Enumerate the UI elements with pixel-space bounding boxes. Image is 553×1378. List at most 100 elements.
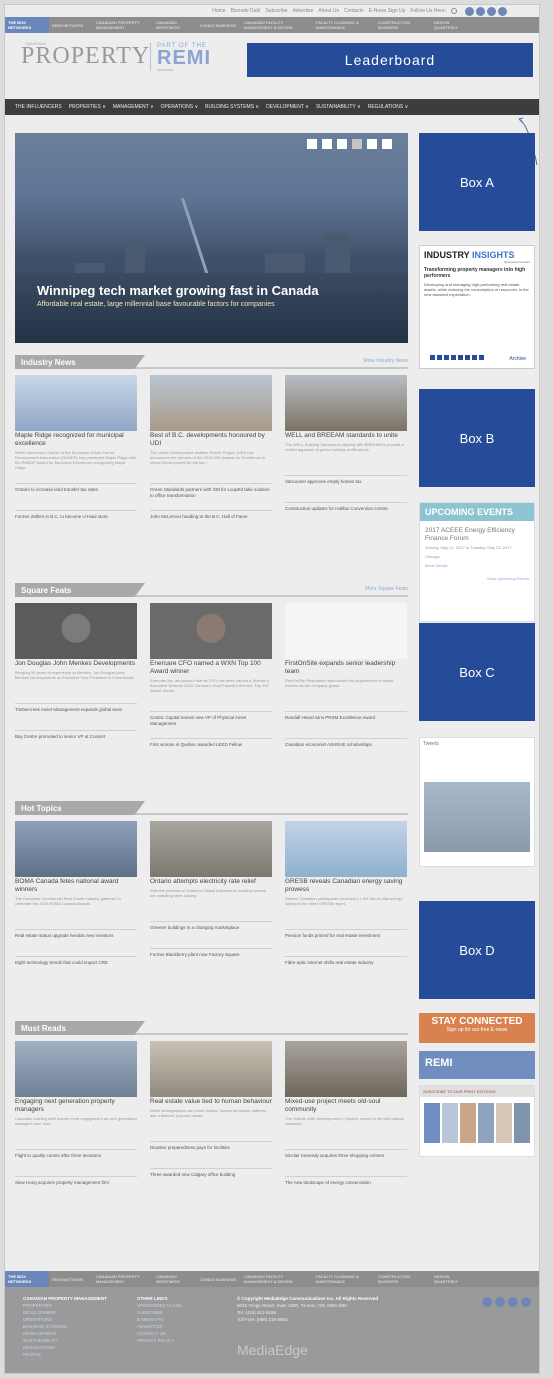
article-card[interactable]: Real estate value tied to human behaviou… [150, 1041, 272, 1200]
instagram-icon[interactable] [498, 6, 507, 16]
related-link[interactable]: Former Blackberry plant now Factory Squa… [150, 948, 272, 972]
footer-link[interactable]: SPONSORED CLASS [137, 1302, 217, 1309]
network-link[interactable]: CANADIAN FACILITY MANAGEMENT & DESIGN [241, 20, 313, 30]
article-headline[interactable]: Enercare CFO named a WXN Top 100 Award w… [150, 660, 272, 676]
footer-link[interactable]: BUILDING SYSTEMS [23, 1323, 123, 1330]
network-link[interactable]: THE BOX NETWORKS [5, 1271, 49, 1287]
search-icon[interactable] [451, 8, 457, 14]
article-headline[interactable]: Ontario attempts electricity rate relief [150, 878, 272, 886]
article-card[interactable]: Jon Douglas John Menkes Developments Bri… [15, 603, 137, 762]
article-thumbnail[interactable] [285, 821, 407, 877]
article-card[interactable]: Maple Ridge recognized for municipal exc… [15, 375, 137, 534]
network-link[interactable]: DESIGN QUARTERLY [431, 1274, 475, 1284]
article-thumbnail[interactable] [150, 821, 272, 877]
subscribe-widget[interactable]: SUBSCRIBE TO OUR PRINT EDITIONS [419, 1085, 535, 1157]
facebook-icon[interactable] [495, 1297, 505, 1307]
nav-item[interactable]: REGULATIONS ∨ [368, 104, 409, 110]
remi-ad[interactable]: REMI [419, 1051, 535, 1079]
nav-item[interactable]: DEVELOPMENT ∨ [266, 104, 309, 110]
footer-link[interactable]: DEVELOPMENT [23, 1330, 123, 1337]
magazine-cover[interactable] [514, 1103, 530, 1143]
footer-link[interactable]: E-NEWS FIN [137, 1316, 217, 1323]
network-link[interactable]: DESIGN QUARTERLY [431, 20, 475, 30]
network-link[interactable]: FACILITY CLEANING & MAINTENANCE [313, 20, 375, 30]
footer-link[interactable]: PRIVACY POLICY [137, 1337, 217, 1344]
pager-dot[interactable] [479, 355, 484, 360]
slider-dot[interactable] [337, 139, 347, 149]
pager-dot[interactable] [465, 355, 470, 360]
article-card[interactable]: GRESB reveals Canadian energy saving pro… [285, 821, 407, 980]
pager-dot[interactable] [437, 355, 442, 360]
utility-link[interactable]: Bisnode Dubl [231, 8, 261, 14]
event-title[interactable]: 2017 ACEEE Energy Efficiency Finance For… [420, 521, 534, 543]
article-headline[interactable]: Mixed-use project meets old-soul communi… [285, 1098, 407, 1114]
related-link[interactable]: Construction updates for Halifax Convent… [285, 502, 407, 526]
footer-link[interactable]: REGULATIONS [23, 1344, 123, 1351]
related-link[interactable]: Canadian economist ASHRAE scholarships [285, 738, 407, 762]
footer-link[interactable]: PROPERTIES [23, 1302, 123, 1309]
network-link[interactable]: CANADIAN FACILITY MANAGEMENT & DESIGN [241, 1274, 313, 1284]
slider-dot-active[interactable] [352, 139, 362, 149]
network-link[interactable]: CONSTRUCTION BUSINESS [375, 1274, 431, 1284]
article-thumbnail[interactable] [150, 1041, 272, 1097]
related-link[interactable]: Siew Hong acquires property management f… [15, 1176, 137, 1200]
article-headline[interactable]: Best of B.C. developments honoured by UD… [150, 432, 272, 448]
article-headline[interactable]: WELL and BREEAM standards to unite [285, 432, 407, 440]
article-card[interactable]: Mixed-use project meets old-soul communi… [285, 1041, 407, 1200]
article-thumbnail[interactable] [15, 821, 137, 877]
footer-link[interactable]: CONTACT US [137, 1330, 217, 1337]
footer-link[interactable]: SUBSCRIBE [137, 1309, 217, 1316]
footer-link[interactable]: PEOPLE [23, 1351, 123, 1358]
utility-link[interactable]: Home [212, 8, 225, 14]
slider-dot[interactable] [322, 139, 332, 149]
related-link[interactable]: The new landscape of energy conservation [285, 1176, 407, 1200]
nav-item[interactable]: MANAGEMENT ∨ [113, 104, 154, 110]
nav-item[interactable]: PROPERTIES ∨ [69, 104, 106, 110]
related-link[interactable]: Real estate status upgrade heralds new i… [15, 929, 137, 953]
related-link[interactable]: Randall Heard wins PRSM Excellence Award [285, 711, 407, 735]
related-link[interactable]: Bay Centre promoted to senior VP at Coss… [15, 730, 137, 754]
article-headline[interactable]: BOMA Canada fetes national award winners [15, 878, 137, 894]
instagram-icon[interactable] [521, 1297, 531, 1307]
related-link[interactable]: Disaster preparedness pays for facilitie… [150, 1141, 272, 1165]
article-thumbnail[interactable] [15, 1041, 137, 1097]
related-link[interactable]: John McLernon heading to the B.C. Hall o… [150, 510, 272, 534]
network-link[interactable]: CANADIAN PROPERTY MANAGEMENT [93, 20, 153, 30]
article-headline[interactable]: FirstOnSite expands senior leadership te… [285, 660, 407, 676]
related-link[interactable]: Timbercreek Asset Management expands glo… [15, 703, 137, 727]
article-thumbnail[interactable] [150, 603, 272, 659]
pager-dot[interactable] [472, 355, 477, 360]
insights-headline[interactable]: Transforming property managers into high… [424, 267, 530, 279]
article-card[interactable]: Enercare CFO named a WXN Top 100 Award w… [150, 603, 272, 762]
network-link[interactable]: CANADIAN APARTMENT [153, 1274, 197, 1284]
related-link[interactable]: Fibre-optic internet shifts real estate … [285, 956, 407, 980]
magazine-cover[interactable] [496, 1103, 512, 1143]
article-thumbnail[interactable] [285, 603, 407, 659]
related-link[interactable]: Flight to quality comes after three iter… [15, 1149, 137, 1173]
archive-link[interactable]: Archive [509, 356, 526, 362]
twitter-icon[interactable] [465, 6, 474, 16]
event-details-link[interactable]: More Details [420, 561, 534, 570]
network-link[interactable]: CANADIAN APARTMENT [153, 20, 197, 30]
ad-box-a[interactable]: Box A [419, 133, 535, 231]
related-link[interactable]: Greener buildings in a changing marketpl… [150, 921, 272, 945]
article-headline[interactable]: Real estate value tied to human behaviou… [150, 1098, 272, 1106]
network-link[interactable]: CONDO BUSINESS [197, 1277, 241, 1282]
nav-item[interactable]: THE INFLUENCERS [15, 104, 62, 110]
related-link[interactable]: Three awarded new Calgary office buildin… [150, 1168, 272, 1192]
leaderboard-ad[interactable]: Leaderboard [247, 43, 533, 77]
network-link[interactable]: CANADIAN PROPERTY MANAGEMENT [93, 1274, 153, 1284]
linkedin-icon[interactable] [508, 1297, 518, 1307]
footer-link[interactable]: OPERATIONS [23, 1316, 123, 1323]
pager-dot[interactable] [458, 355, 463, 360]
network-link[interactable]: THE BOX NETWORKS [5, 17, 49, 33]
slider-dot[interactable] [367, 139, 377, 149]
nav-item[interactable]: OPERATIONS ∨ [161, 104, 198, 110]
tweet-image[interactable] [424, 782, 530, 852]
article-thumbnail[interactable] [285, 375, 407, 431]
nav-item[interactable]: SUSTAINABILITY ∨ [316, 104, 361, 110]
related-link[interactable]: Former Zellers in B.C. to become U-Haul … [15, 510, 137, 534]
related-link[interactable]: Centric Capital names new VP of Physical… [150, 711, 272, 735]
twitter-icon[interactable] [482, 1297, 492, 1307]
more-link[interactable]: More Industry News [364, 358, 408, 364]
